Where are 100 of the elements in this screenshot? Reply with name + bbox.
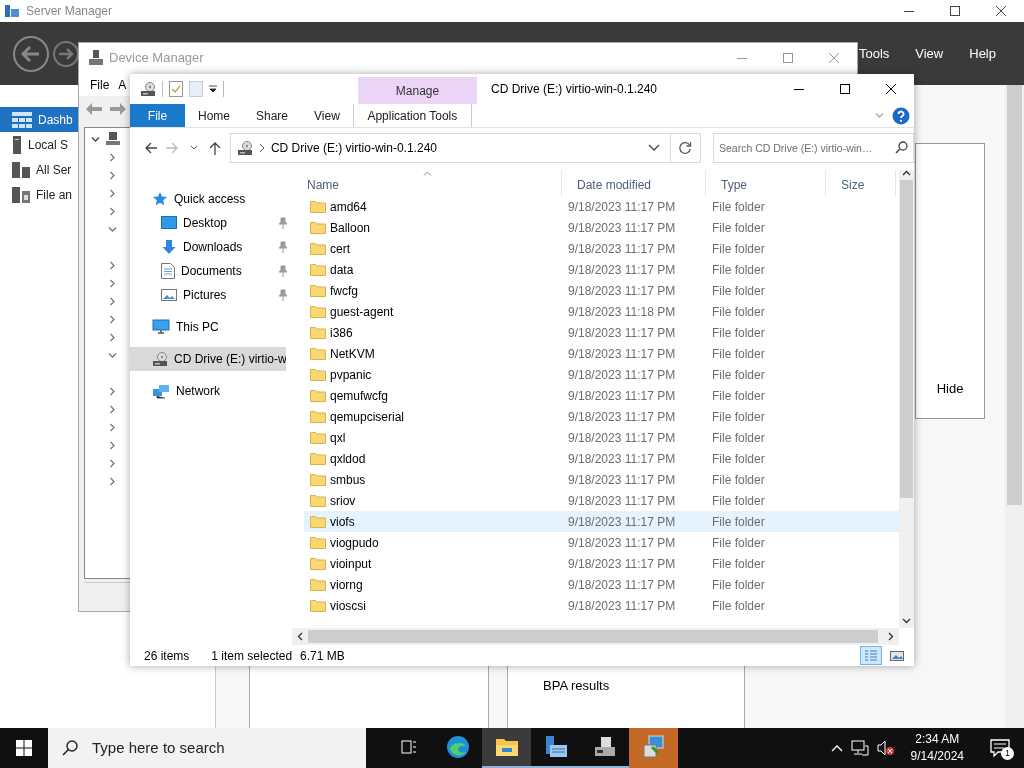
close-icon[interactable] — [886, 84, 896, 94]
file-row[interactable]: vioinput 9/18/2023 11:17 PM File folder — [304, 553, 899, 574]
hide-link[interactable]: Hide — [936, 378, 964, 398]
chevron-right-icon[interactable] — [108, 260, 117, 270]
menu-item[interactable]: File — [90, 75, 110, 94]
check-icon[interactable] — [169, 81, 183, 97]
nav-item[interactable]: Network — [130, 379, 288, 403]
clock[interactable]: 2:34 AM 9/14/2024 — [902, 731, 972, 765]
chevron-right-icon[interactable] — [108, 404, 117, 414]
device-icon[interactable] — [592, 736, 617, 758]
file-row[interactable]: amd64 9/18/2023 11:17 PM File folder — [304, 196, 899, 217]
file-row[interactable]: qxldod 9/18/2023 11:17 PM File folder — [304, 448, 899, 469]
chevron-right-icon[interactable] — [108, 188, 117, 198]
forward-arrow-icon[interactable] — [109, 101, 127, 116]
file-menu-button[interactable]: File — [130, 104, 185, 127]
file-row[interactable]: qemufwcfg 9/18/2023 11:17 PM File folder — [304, 385, 899, 406]
scroll-left-icon[interactable] — [297, 632, 303, 641]
maximize-icon[interactable] — [950, 6, 960, 16]
column-header[interactable]: Name — [292, 170, 562, 196]
column-header[interactable]: Size — [826, 170, 896, 196]
scroll-up-icon[interactable] — [902, 170, 911, 176]
search-field[interactable]: Search CD Drive (E:) virtio-win… — [713, 133, 914, 163]
volume-muted-icon[interactable] — [876, 740, 895, 756]
file-row[interactable]: fwcfg 9/18/2023 11:17 PM File folder — [304, 280, 899, 301]
file-row[interactable]: pvpanic 9/18/2023 11:17 PM File folder — [304, 364, 899, 385]
file-row[interactable]: vioscsi 9/18/2023 11:17 PM File folder — [304, 595, 899, 616]
address-bar[interactable]: CD Drive (E:) virtio-win-0.1.240 — [229, 133, 671, 163]
ribbon-tab[interactable]: Share — [243, 104, 302, 127]
scroll-down-icon[interactable] — [902, 618, 911, 624]
file-row[interactable]: viorng 9/18/2023 11:17 PM File folder — [304, 574, 899, 595]
file-row[interactable]: i386 9/18/2023 11:17 PM File folder — [304, 322, 899, 343]
file-row[interactable]: cert 9/18/2023 11:17 PM File folder — [304, 238, 899, 259]
network-icon[interactable] — [850, 740, 869, 756]
vertical-scrollbar[interactable] — [899, 170, 914, 628]
column-header[interactable]: Date modified — [562, 170, 706, 196]
close-icon[interactable] — [996, 6, 1006, 16]
chevron-up-icon[interactable] — [830, 744, 843, 752]
menu-item[interactable]: Tools — [858, 43, 890, 64]
file-row[interactable]: data 9/18/2023 11:17 PM File folder — [304, 259, 899, 280]
chevron-right-icon[interactable] — [108, 170, 117, 180]
chevron-down-icon[interactable] — [108, 350, 117, 360]
file-row[interactable]: sriov 9/18/2023 11:17 PM File folder — [304, 490, 899, 511]
view-toggle[interactable] — [860, 646, 882, 665]
forward-icon[interactable] — [52, 39, 80, 68]
sidebar-item[interactable]: All Ser — [0, 157, 78, 182]
nav-item[interactable]: Documents — [130, 259, 288, 283]
chevron-right-icon[interactable] — [108, 458, 117, 468]
menu-item[interactable]: A — [118, 75, 127, 94]
file-row[interactable]: qemupciserial 9/18/2023 11:17 PM File folder — [304, 406, 899, 427]
installer-icon[interactable] — [641, 735, 666, 759]
nav-item[interactable]: Quick access — [130, 187, 288, 211]
back-icon[interactable] — [143, 142, 158, 154]
browser-icon[interactable] — [445, 735, 470, 759]
recent-caret-icon[interactable] — [189, 145, 198, 151]
folder-icon[interactable] — [494, 737, 519, 757]
chevron-right-icon[interactable] — [108, 152, 117, 162]
refresh-button[interactable] — [670, 133, 701, 163]
sidebar-item[interactable]: Dashb — [0, 107, 78, 132]
file-row[interactable]: NetKVM 9/18/2023 11:17 PM File folder — [304, 343, 899, 364]
chevron-right-icon[interactable] — [108, 296, 117, 306]
chevron-right-icon[interactable] — [108, 206, 117, 216]
nav-item[interactable]: This PC — [130, 315, 288, 339]
maximize-icon[interactable] — [840, 84, 850, 94]
file-row[interactable]: guest-agent 9/18/2023 11:18 PM File folder — [304, 301, 899, 322]
chevron-right-icon[interactable] — [108, 314, 117, 324]
nav-item[interactable]: CD Drive (E:) virtio-w — [130, 347, 286, 371]
help-icon[interactable] — [892, 106, 910, 125]
menu-item[interactable]: View — [915, 43, 944, 64]
chevron-down-icon[interactable] — [108, 224, 117, 234]
taskbar-app-button[interactable] — [482, 728, 531, 768]
scrollbar[interactable] — [1005, 85, 1024, 728]
column-header[interactable]: Type — [706, 170, 826, 196]
server-manager-icon[interactable] — [543, 735, 568, 759]
chevron-down-icon[interactable] — [91, 134, 100, 144]
chevron-right-icon[interactable] — [108, 440, 117, 450]
ribbon-tab[interactable]: Home — [185, 104, 243, 127]
nav-item[interactable]: Pictures — [130, 283, 288, 307]
sidebar-item[interactable]: Local S — [0, 132, 78, 157]
file-row[interactable]: qxl 9/18/2023 11:17 PM File folder — [304, 427, 899, 448]
file-row[interactable]: Balloon 9/18/2023 11:17 PM File folder — [304, 217, 899, 238]
sidebar-item[interactable]: File an — [0, 182, 78, 207]
chevron-right-icon[interactable] — [108, 422, 117, 432]
chevron-right-icon[interactable] — [108, 278, 117, 288]
dropdown-icon[interactable] — [209, 85, 217, 93]
horizontal-scrollbar[interactable] — [292, 628, 899, 645]
ribbon-tab[interactable]: View — [301, 104, 353, 127]
menu-item[interactable]: Help — [969, 43, 996, 64]
up-icon[interactable] — [209, 141, 222, 155]
file-row[interactable]: smbus 9/18/2023 11:17 PM File folder — [304, 469, 899, 490]
scroll-right-icon[interactable] — [888, 632, 894, 641]
chevron-right-icon[interactable] — [108, 386, 117, 396]
notification-icon[interactable] — [990, 739, 1010, 758]
chevron-right-icon[interactable] — [108, 476, 117, 486]
history-caret-icon[interactable] — [647, 144, 660, 152]
file-row[interactable]: viofs 9/18/2023 11:17 PM File folder — [304, 511, 899, 532]
nav-item[interactable]: Downloads — [130, 235, 288, 259]
chevron-right-icon[interactable] — [108, 332, 117, 342]
task-view-icon[interactable] — [400, 740, 417, 754]
file-row[interactable]: viogpudo 9/18/2023 11:17 PM File folder — [304, 532, 899, 553]
taskbar-search-field[interactable]: Type here to search — [48, 728, 366, 768]
